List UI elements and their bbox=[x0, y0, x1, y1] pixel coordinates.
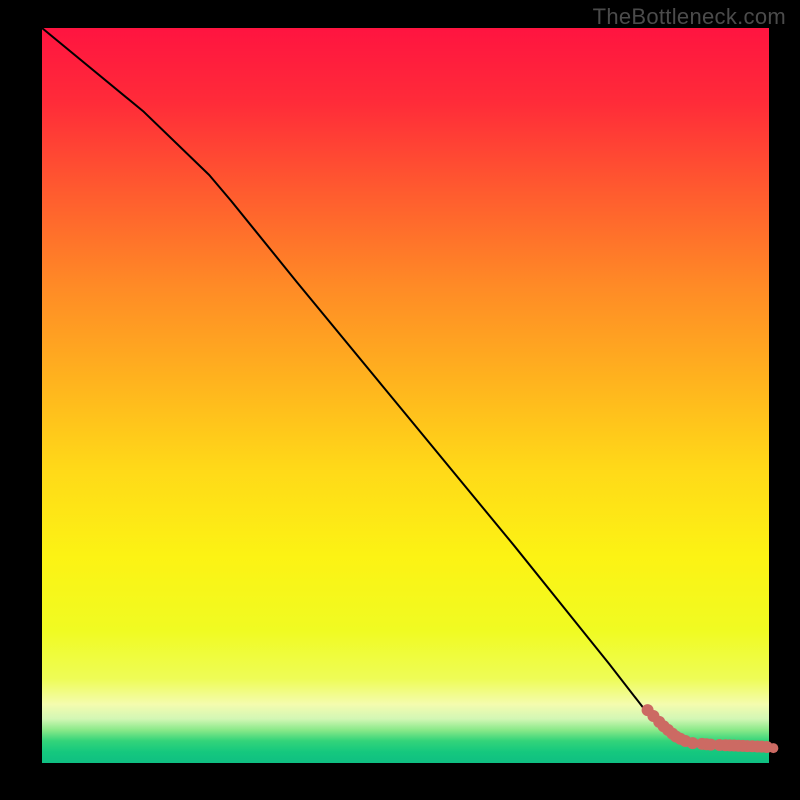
chart-svg bbox=[0, 0, 800, 800]
chart-root: TheBottleneck.com bbox=[0, 0, 800, 800]
marker-dot bbox=[768, 743, 778, 753]
watermark-label: TheBottleneck.com bbox=[593, 4, 786, 30]
plot-gradient-bg bbox=[42, 28, 769, 763]
